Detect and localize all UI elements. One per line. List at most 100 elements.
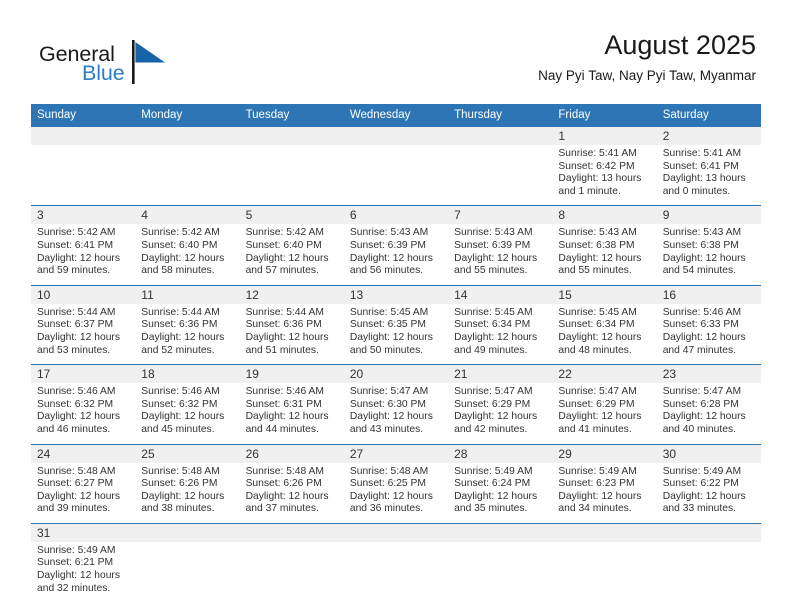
sunset-text: Sunset: 6:21 PM	[37, 557, 114, 569]
day-cell-14[interactable]: Sunrise: 5:45 AM Sunset: 6:34 PM Daylight:…	[448, 303, 553, 365]
calendar-table: Sunday Monday Tuesday Wednesday Thursday Frid…	[31, 104, 761, 603]
day-number-21[interactable]: 21	[448, 365, 553, 384]
day-number-10[interactable]: 10	[31, 285, 136, 304]
day-cell-3[interactable]: Sunrise: 5:42 AM Sunset: 6:41 PM Daylight:…	[31, 224, 136, 285]
day-cell-31[interactable]: Sunrise: 5:49 AM Sunset: 6:21 PM Daylight:…	[31, 541, 136, 603]
calendar-page: General Blue August 2025 Nay Pyi Taw, Na…	[0, 0, 792, 612]
sunset-text: Sunset: 6:28 PM	[662, 398, 739, 410]
sunrise-text: Sunrise: 5:41 AM	[662, 148, 742, 159]
sunset-text: Sunset: 6:22 PM	[662, 478, 739, 490]
day-cell-18[interactable]: Sunrise: 5:46 AM Sunset: 6:32 PM Daylight:…	[135, 383, 240, 444]
daylight-text: Daylight: 12 hours	[245, 331, 329, 343]
day-cell-27[interactable]: Sunrise: 5:48 AM Sunset: 6:25 PM Daylight:…	[343, 462, 449, 523]
day-cell-22[interactable]: Sunrise: 5:47 AM Sunset: 6:29 PM Daylight:…	[552, 383, 657, 444]
day-cell-26[interactable]: Sunrise: 5:48 AM Sunset: 6:26 PM Daylight:…	[239, 462, 344, 523]
daylight-text: Daylight: 12 hours	[141, 490, 225, 502]
sunset-text: Sunset: 6:27 PM	[37, 478, 114, 490]
day-cell-11[interactable]: Sunrise: 5:44 AM Sunset: 6:36 PM Daylight:…	[135, 303, 240, 365]
day-number-20[interactable]: 20	[343, 365, 449, 384]
daylight-text: and 43 minutes.	[349, 423, 424, 435]
day-number-25[interactable]: 25	[135, 444, 240, 463]
day-number-3[interactable]: 3	[31, 206, 136, 225]
day-cell-5[interactable]: Sunrise: 5:42 AM Sunset: 6:40 PM Daylight:…	[239, 224, 344, 285]
day-number-13[interactable]: 13	[343, 285, 449, 304]
day-number-27[interactable]: 27	[343, 444, 449, 463]
day-cell-4[interactable]: Sunrise: 5:42 AM Sunset: 6:40 PM Daylight:…	[135, 224, 240, 285]
day-number-14[interactable]: 14	[448, 285, 553, 304]
day-number-2[interactable]: 2	[656, 127, 761, 145]
day-number-4[interactable]: 4	[135, 206, 240, 225]
day-number-22[interactable]: 22	[552, 365, 657, 384]
sunset-text: Sunset: 6:36 PM	[141, 319, 218, 331]
sunrise-text: Sunrise: 5:45 AM	[349, 306, 429, 318]
day-cell-19[interactable]: Sunrise: 5:46 AM Sunset: 6:31 PM Daylight:…	[239, 383, 344, 444]
day-cell-15[interactable]: Sunrise: 5:45 AM Sunset: 6:34 PM Daylight:…	[552, 303, 657, 365]
daylight-text: and 34 minutes.	[558, 503, 632, 515]
weekday-header-friday: Friday	[552, 104, 657, 126]
day-number-26[interactable]: 26	[239, 444, 344, 463]
day-number-28[interactable]: 28	[448, 444, 553, 463]
day-cell-empty	[552, 541, 657, 603]
sunset-text: Sunset: 6:23 PM	[558, 478, 635, 490]
day-cell-10[interactable]: Sunrise: 5:44 AM Sunset: 6:37 PM Daylight:…	[31, 303, 136, 365]
day-cell-24[interactable]: Sunrise: 5:48 AM Sunset: 6:27 PM Daylight:…	[31, 462, 136, 523]
day-cell-29[interactable]: Sunrise: 5:49 AM Sunset: 6:23 PM Daylight:…	[552, 462, 657, 523]
day-number-23[interactable]: 23	[656, 365, 761, 384]
day-cell-30[interactable]: Sunrise: 5:49 AM Sunset: 6:22 PM Daylight:…	[656, 462, 761, 523]
day-cell-13[interactable]: Sunrise: 5:45 AM Sunset: 6:35 PM Daylight:…	[343, 303, 449, 365]
day-number-30[interactable]: 30	[656, 444, 761, 463]
day-number-8[interactable]: 8	[552, 206, 657, 225]
day-cell-17[interactable]: Sunrise: 5:46 AM Sunset: 6:32 PM Daylight:…	[31, 383, 136, 444]
day-cell-20[interactable]: Sunrise: 5:47 AM Sunset: 6:30 PM Daylight:…	[343, 383, 449, 444]
day-cell-2[interactable]: Sunrise: 5:41 AM Sunset: 6:41 PM Daylight:…	[656, 145, 761, 206]
day-number-29[interactable]: 29	[552, 444, 657, 463]
day-number-11[interactable]: 11	[135, 285, 240, 304]
sunrise-text: Sunrise: 5:44 AM	[245, 306, 324, 318]
day-number-6[interactable]: 6	[343, 206, 449, 225]
sunset-text: Sunset: 6:41 PM	[37, 239, 114, 251]
daylight-text: Daylight: 12 hours	[558, 331, 642, 343]
day-cell-6[interactable]: Sunrise: 5:43 AM Sunset: 6:39 PM Daylight:…	[343, 224, 449, 285]
day-number-empty	[239, 127, 344, 145]
page-header: General Blue August 2025 Nay Pyi Taw, Na…	[0, 28, 792, 98]
page-subtitle: Nay Pyi Taw, Nay Pyi Taw, Myanmar	[538, 68, 756, 83]
day-cell-28[interactable]: Sunrise: 5:49 AM Sunset: 6:24 PM Daylight:…	[448, 462, 553, 523]
day-cell-7[interactable]: Sunrise: 5:43 AM Sunset: 6:39 PM Daylight:…	[448, 224, 553, 285]
day-cell-9[interactable]: Sunrise: 5:43 AM Sunset: 6:38 PM Daylight:…	[656, 224, 761, 285]
daylight-text: Daylight: 12 hours	[141, 411, 225, 423]
day-number-19[interactable]: 19	[239, 365, 344, 384]
daylight-text: Daylight: 12 hours	[37, 331, 120, 343]
day-cell-21[interactable]: Sunrise: 5:47 AM Sunset: 6:29 PM Daylight:…	[448, 383, 553, 444]
day-cell-8[interactable]: Sunrise: 5:43 AM Sunset: 6:38 PM Daylight:…	[552, 224, 657, 285]
day-number-31[interactable]: 31	[31, 523, 136, 542]
sunrise-text: Sunrise: 5:46 AM	[37, 386, 116, 398]
day-cell-25[interactable]: Sunrise: 5:48 AM Sunset: 6:26 PM Daylight:…	[135, 462, 240, 523]
brand-logo[interactable]: General Blue	[36, 38, 236, 94]
day-number-1[interactable]: 1	[552, 127, 657, 145]
day-number-empty	[31, 127, 136, 145]
daylight-text: and 40 minutes.	[662, 423, 736, 435]
day-number-17[interactable]: 17	[31, 365, 136, 384]
day-number-15[interactable]: 15	[552, 285, 657, 304]
day-number-9[interactable]: 9	[656, 206, 761, 225]
day-number-12[interactable]: 12	[239, 285, 344, 304]
daylight-text: Daylight: 12 hours	[349, 490, 433, 502]
sunset-text: Sunset: 6:36 PM	[245, 319, 322, 331]
week-detail-row: Sunrise: 5:48 AM Sunset: 6:27 PM Daylight:…	[31, 462, 761, 523]
day-cell-empty	[135, 541, 240, 603]
day-cell-23[interactable]: Sunrise: 5:47 AM Sunset: 6:28 PM Daylight:…	[656, 383, 761, 444]
day-number-16[interactable]: 16	[656, 285, 761, 304]
sunset-text: Sunset: 6:33 PM	[662, 319, 739, 331]
sunset-text: Sunset: 6:40 PM	[141, 239, 218, 251]
sunset-text: Sunset: 6:41 PM	[662, 160, 739, 172]
day-cell-16[interactable]: Sunrise: 5:46 AM Sunset: 6:33 PM Daylight:…	[656, 303, 761, 365]
day-number-5[interactable]: 5	[239, 206, 344, 225]
day-number-7[interactable]: 7	[448, 206, 553, 225]
day-number-24[interactable]: 24	[31, 444, 136, 463]
daylight-text: Daylight: 12 hours	[245, 252, 329, 264]
day-cell-1[interactable]: Sunrise: 5:41 AM Sunset: 6:42 PM Daylight:…	[552, 145, 657, 206]
day-cell-12[interactable]: Sunrise: 5:44 AM Sunset: 6:36 PM Daylight:…	[239, 303, 344, 365]
day-cell-empty	[239, 541, 344, 603]
day-number-18[interactable]: 18	[135, 365, 240, 384]
daylight-text: Daylight: 12 hours	[37, 490, 120, 502]
